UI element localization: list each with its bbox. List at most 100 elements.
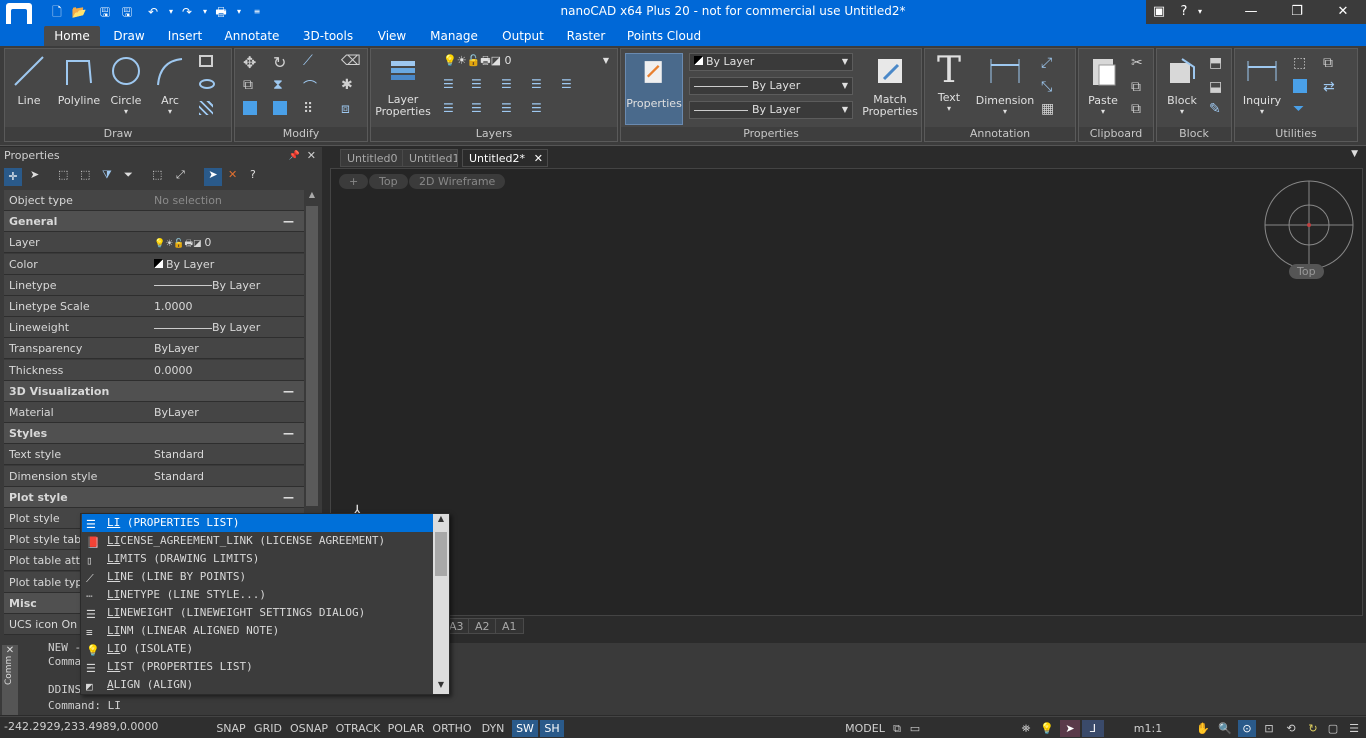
properties-section-header[interactable]: Plot style — bbox=[4, 486, 304, 508]
select-similar-icon[interactable]: ⬚ bbox=[1293, 55, 1311, 73]
autocomplete-item[interactable]: ◩ ALIGN (ALIGN) bbox=[82, 676, 434, 694]
workspace-icon[interactable]: ▣ bbox=[1146, 0, 1172, 24]
osnap-toggle[interactable]: OSNAP bbox=[288, 720, 330, 737]
zoom-window-icon[interactable]: ⊙ bbox=[1238, 720, 1256, 737]
erase-icon[interactable]: ⌫ bbox=[341, 53, 361, 71]
layer-tool-8-icon[interactable]: ☰ bbox=[501, 101, 519, 119]
lightbulb-status-icon[interactable]: 💡 bbox=[1038, 720, 1056, 737]
move-icon[interactable]: ✥ bbox=[243, 53, 261, 72]
stretch-icon[interactable] bbox=[243, 101, 257, 115]
layer-tool-7-icon[interactable]: ☰ bbox=[471, 101, 489, 119]
minimize-icon[interactable]: — bbox=[1228, 0, 1274, 24]
line-button[interactable]: Line bbox=[9, 53, 49, 107]
multileader-icon[interactable]: ⤡ bbox=[1041, 79, 1059, 97]
arc-button[interactable]: Arc ▾ bbox=[151, 53, 189, 116]
block-button[interactable]: Block ▾ bbox=[1159, 53, 1205, 116]
zoom-extents-icon[interactable]: ⊡ bbox=[1260, 720, 1278, 737]
collapse-section-icon[interactable]: — bbox=[283, 381, 294, 402]
autocomplete-item[interactable]: ▯ LIMITS (DRAWING LIMITS) bbox=[82, 550, 434, 568]
text-button[interactable]: T Text ▾ bbox=[927, 53, 971, 114]
layer-tool-2-icon[interactable]: ☰ bbox=[471, 77, 489, 95]
layout-tab-a2[interactable]: A2 bbox=[468, 618, 497, 634]
collapse-section-icon[interactable]: — bbox=[283, 487, 294, 508]
tab-output[interactable]: Output bbox=[496, 26, 550, 46]
layer-tool-6-icon[interactable]: ☰ bbox=[443, 101, 461, 119]
properties-row[interactable]: Thickness 0.0000 bbox=[4, 359, 304, 381]
tab-raster[interactable]: Raster bbox=[562, 26, 610, 46]
layout-tab-a1[interactable]: A1 bbox=[495, 618, 524, 634]
autocomplete-scrollbar[interactable]: ▲ ▼ bbox=[433, 514, 449, 694]
properties-section-header[interactable]: Styles — bbox=[4, 423, 304, 445]
layer-tool-5-icon[interactable]: ☰ bbox=[561, 77, 579, 95]
collapse-section-icon[interactable]: — bbox=[283, 423, 294, 444]
regen-icon[interactable]: ↻ bbox=[1304, 720, 1322, 737]
otrack-toggle[interactable]: OTRACK bbox=[334, 720, 382, 737]
properties-row[interactable]: Color By Layer bbox=[4, 253, 304, 275]
table-icon[interactable]: ▦ bbox=[1041, 101, 1059, 119]
scroll-up-icon[interactable]: ▲ bbox=[433, 514, 449, 528]
autocomplete-item[interactable]: 💡 LIO (ISOLATE) bbox=[82, 640, 434, 658]
undo-icon[interactable]: ↶ bbox=[144, 3, 162, 21]
dimension-button[interactable]: Dimension ▾ bbox=[975, 53, 1035, 116]
properties-row[interactable]: Linetype By Layer bbox=[4, 274, 304, 296]
annotation-scale-icon[interactable]: ⛯ bbox=[1016, 720, 1036, 737]
view-pill[interactable]: Top bbox=[369, 174, 408, 189]
autocomplete-item[interactable]: 📕 LICENSE_AGREEMENT_LINK (LICENSE AGREEME… bbox=[82, 532, 434, 550]
crossing-select-icon[interactable]: ⬚ bbox=[80, 168, 98, 186]
monitor-icon[interactable]: ▭ bbox=[906, 720, 924, 737]
command-input[interactable]: Command: LI bbox=[48, 699, 121, 712]
properties-button[interactable]: Properties bbox=[625, 53, 683, 125]
autocomplete-item[interactable]: ┄ LINETYPE (LINE STYLE...) bbox=[82, 586, 434, 604]
maximize-icon[interactable]: ❐ bbox=[1274, 0, 1320, 24]
filter-icon[interactable]: ⏷ bbox=[1293, 101, 1311, 119]
scroll-up-icon[interactable]: ▲ bbox=[306, 190, 318, 204]
select-objects-icon[interactable]: ✛ bbox=[4, 168, 22, 186]
layer-tool-3-icon[interactable]: ☰ bbox=[501, 77, 519, 95]
properties-row[interactable]: Text style Standard bbox=[4, 444, 304, 466]
scale-icon[interactable] bbox=[273, 101, 287, 115]
command-side-handle[interactable]: ✕ Comm bbox=[2, 645, 18, 715]
pickadd-icon[interactable]: ➤ bbox=[204, 168, 222, 186]
doc-tab-untitled2[interactable]: Untitled2* ✕ bbox=[462, 149, 548, 167]
autocomplete-item[interactable]: ☰ LINEWEIGHT (LINEWEIGHT SETTINGS DIALOG) bbox=[82, 604, 434, 622]
viewport-menu-pill[interactable]: + bbox=[339, 174, 369, 189]
rectangle-icon[interactable] bbox=[199, 55, 213, 67]
selection-cycle-icon[interactable]: ➤ bbox=[1060, 720, 1080, 737]
save-as-icon[interactable]: 🖫 bbox=[118, 3, 136, 21]
hatch-icon[interactable] bbox=[199, 101, 213, 115]
attribute-icon[interactable]: ✎ bbox=[1209, 101, 1227, 119]
grid-toggle[interactable]: GRID bbox=[252, 720, 284, 737]
print-dropdown-icon[interactable]: ▾ bbox=[230, 3, 248, 21]
match-properties-button[interactable]: Match Properties bbox=[861, 53, 919, 118]
autocomplete-item[interactable]: ☰ LIST (PROPERTIES LIST) bbox=[82, 658, 434, 676]
pan-icon[interactable]: ✋ bbox=[1194, 720, 1212, 737]
properties-section-header[interactable]: General — bbox=[4, 211, 304, 233]
copy-base-icon[interactable]: ⧉ bbox=[1131, 101, 1149, 119]
customize-qat-icon[interactable]: ≡ bbox=[248, 3, 266, 21]
copy-icon[interactable]: ⧉ bbox=[243, 77, 261, 95]
tab-home[interactable]: Home bbox=[44, 26, 100, 46]
viewcube-label[interactable]: Top bbox=[1289, 264, 1324, 279]
inquiry-button[interactable]: Inquiry ▾ bbox=[1237, 53, 1287, 116]
autocomplete-scroll-thumb[interactable] bbox=[435, 532, 447, 576]
properties-section-header[interactable]: 3D Visualization — bbox=[4, 380, 304, 402]
help-dropdown-icon[interactable]: ▾ bbox=[1192, 0, 1208, 24]
layer-tool-1-icon[interactable]: ☰ bbox=[443, 77, 461, 95]
orbit-icon[interactable]: ⟲ bbox=[1282, 720, 1300, 737]
pointer-icon[interactable]: ➤ bbox=[30, 168, 48, 186]
copy-clip-icon[interactable]: ⧉ bbox=[1131, 79, 1149, 97]
collapse-section-icon[interactable]: — bbox=[283, 211, 294, 232]
properties-row[interactable]: Dimension style Standard bbox=[4, 465, 304, 487]
insert-block-icon[interactable]: ⬒ bbox=[1209, 55, 1227, 73]
autocomplete-item[interactable]: ☰ LI (PROPERTIES LIST) bbox=[82, 514, 434, 532]
layer-properties-button[interactable]: Layer Properties bbox=[373, 53, 433, 118]
cut-icon[interactable]: ✂ bbox=[1131, 55, 1149, 73]
select-all-icon[interactable]: ⬚ bbox=[152, 168, 170, 186]
rotate-icon[interactable]: ↻ bbox=[273, 53, 291, 72]
autocomplete-item[interactable]: ⟋ LINE (LINE BY POINTS) bbox=[82, 568, 434, 586]
polyline-button[interactable]: Polyline bbox=[53, 53, 105, 107]
tab-insert[interactable]: Insert bbox=[162, 26, 208, 46]
quick-filter-icon[interactable]: ⏷ bbox=[124, 168, 142, 186]
fillet-icon[interactable]: ⌒ bbox=[303, 77, 321, 96]
doc-tab-untitled1[interactable]: Untitled1 bbox=[402, 149, 458, 167]
